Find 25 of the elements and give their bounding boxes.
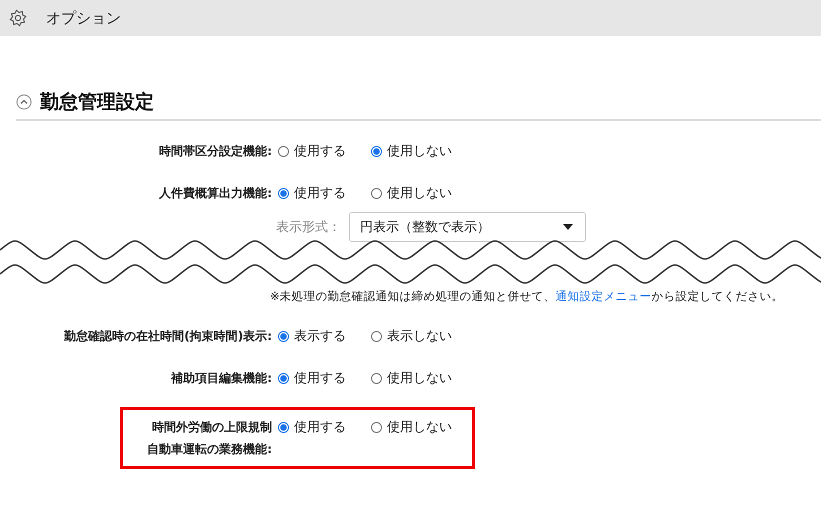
setting-label: 勤怠確認時の在社時間(拘束時間)表示: (63, 328, 273, 345)
setting-label: 人件費概算出力機能: (158, 185, 273, 202)
settings-icon (9, 9, 27, 27)
dropdown[interactable]: 円表示（整数で表示） (349, 212, 586, 242)
radio-option[interactable]: 使用する (278, 182, 371, 204)
radio-option[interactable]: 使用しない (371, 182, 464, 204)
section-title: 勤怠管理設定 (40, 90, 154, 114)
radio-option[interactable]: 使用しない (371, 140, 464, 162)
settings-link[interactable]: 通知設定メニュー (556, 289, 652, 303)
radio-option[interactable]: 使用しない (371, 367, 464, 389)
radio-option[interactable]: 表示する (278, 325, 371, 347)
radio-option[interactable]: 使用しない (371, 416, 464, 438)
field-label: 表示形式： (276, 219, 341, 236)
radio-option[interactable]: 使用する (278, 140, 371, 162)
radio-option[interactable]: 使用する (278, 367, 371, 389)
setting-label: 自動車運転の業務機能: (147, 441, 272, 458)
setting-label: 補助項目編集機能: (170, 370, 273, 387)
setting-label: 時間外労働の上限規制 (152, 419, 272, 436)
radio-option[interactable]: 使用する (278, 416, 371, 438)
note-text: ※未処理の勤怠確認通知は締め処理の通知と併せて、通知設定メニューから設定してください。 (270, 288, 784, 305)
caret-icon (563, 224, 573, 230)
collapse-button[interactable] (16, 94, 32, 110)
page-title: オプション (46, 8, 121, 28)
setting-label: 時間帯区分設定機能: (158, 143, 273, 160)
radio-option[interactable]: 表示しない (371, 325, 464, 347)
